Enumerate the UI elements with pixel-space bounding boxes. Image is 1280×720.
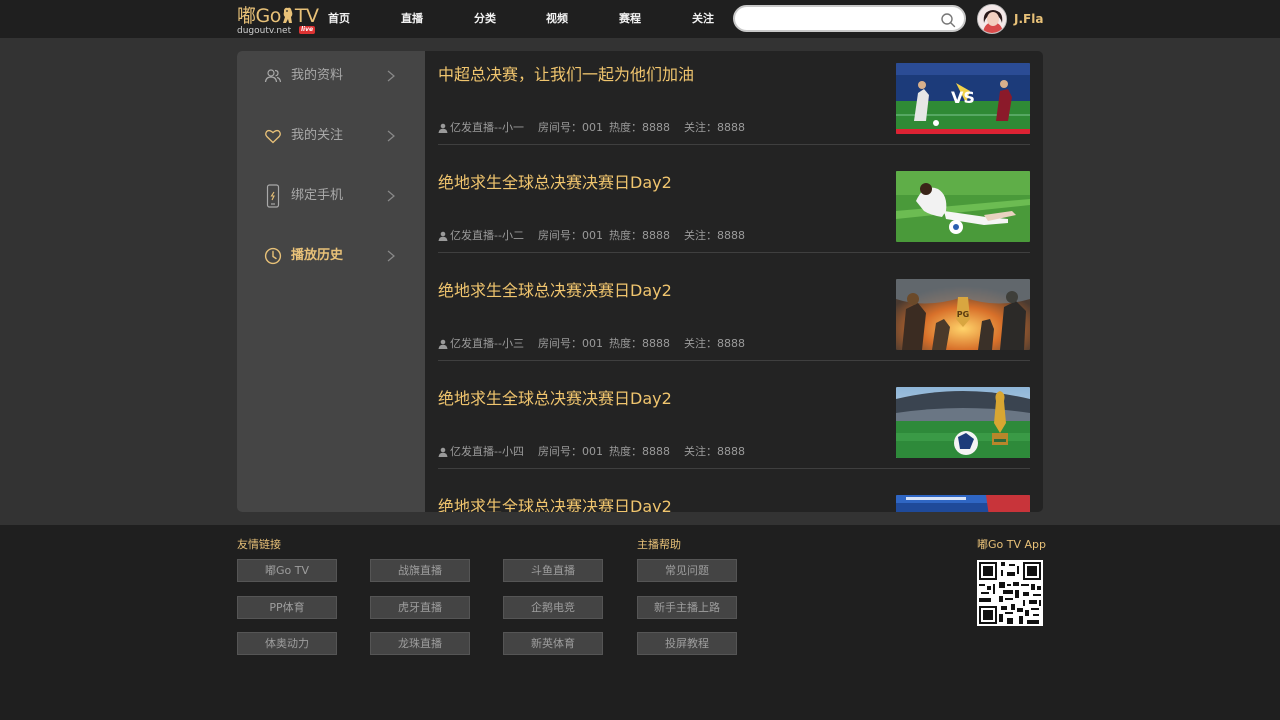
link-xinying[interactable]: 新英体育 bbox=[503, 632, 603, 655]
chevron-right-icon bbox=[387, 190, 395, 202]
history-list: 中超总决赛，让我们一起为他们加油 亿发直播--小一 房间号：001 热度：888… bbox=[425, 51, 1043, 512]
sidebar-item-history[interactable]: 播放历史 bbox=[237, 231, 425, 291]
logo-wordmark: 嘟Go TV bbox=[237, 4, 319, 28]
user-sidebar: 我的资料 我的关注 绑定手机 播放历史 bbox=[237, 51, 425, 512]
link-zhanqi[interactable]: 战旗直播 bbox=[370, 559, 470, 582]
history-item[interactable]: 绝地求生全球总决赛决赛日Day2 亿发直播--小三 房间号：001 热度：888… bbox=[438, 267, 1030, 361]
stream-title: 绝地求生全球总决赛决赛日Day2 bbox=[438, 497, 672, 512]
follow-count: 关注：8888 bbox=[684, 445, 745, 458]
help-cast-tutorial[interactable]: 投屏教程 bbox=[637, 632, 737, 655]
world-cup-thumbnail bbox=[896, 387, 1030, 458]
phone-icon bbox=[266, 184, 280, 208]
link-tiao[interactable]: 体奥动力 bbox=[237, 632, 337, 655]
history-item[interactable]: 中超总决赛，让我们一起为他们加油 亿发直播--小一 房间号：001 热度：888… bbox=[438, 51, 1030, 145]
help-faq[interactable]: 常见问题 bbox=[637, 559, 737, 582]
top-header: 嘟Go TV dugoutv.net live 首页 直播 分类 视频 赛程 关注… bbox=[0, 0, 1280, 38]
heat-count: 热度：8888 bbox=[609, 445, 670, 458]
site-footer: 友情链接 嘟Go TV 战旗直播 斗鱼直播 PP体育 虎牙直播 企鹅电竞 体奥动… bbox=[0, 525, 1280, 720]
search-icon[interactable] bbox=[940, 12, 956, 28]
avatar[interactable] bbox=[977, 4, 1007, 34]
help-new-streamer[interactable]: 新手主播上路 bbox=[637, 596, 737, 619]
nav-video[interactable]: 视频 bbox=[546, 0, 568, 38]
room-number: 房间号：001 bbox=[538, 229, 603, 242]
history-item[interactable]: 绝地求生全球总决赛决赛日Day2 亿发直播--小四 房间号：001 热度：888… bbox=[438, 375, 1030, 469]
room-number: 房间号：001 bbox=[538, 121, 603, 134]
search-box bbox=[733, 5, 966, 32]
streamer-name: 亿发直播--小二 bbox=[450, 229, 524, 242]
link-longzhu[interactable]: 龙珠直播 bbox=[370, 632, 470, 655]
streamer-name: 亿发直播--小四 bbox=[450, 445, 524, 458]
sidebar-item-label: 播放历史 bbox=[291, 248, 344, 263]
nav-live[interactable]: 直播 bbox=[401, 0, 423, 38]
sidebar-item-label: 绑定手机 bbox=[291, 188, 344, 203]
room-number: 房间号：001 bbox=[538, 445, 603, 458]
clock-icon bbox=[264, 247, 282, 265]
user-icon bbox=[438, 123, 448, 133]
sidebar-item-following[interactable]: 我的关注 bbox=[237, 111, 425, 171]
nav-schedule[interactable]: 赛程 bbox=[619, 0, 641, 38]
chevron-right-icon bbox=[387, 70, 395, 82]
heat-count: 热度：8888 bbox=[609, 121, 670, 134]
search-input[interactable] bbox=[747, 10, 937, 28]
sidebar-item-label: 我的关注 bbox=[291, 128, 344, 143]
history-panel: 我的资料 我的关注 绑定手机 播放历史 中超总决赛，让我们一起为他们加油 亿发直… bbox=[237, 51, 1043, 512]
chevron-right-icon bbox=[387, 250, 395, 262]
nav-category[interactable]: 分类 bbox=[474, 0, 496, 38]
svg-text:PG: PG bbox=[957, 310, 969, 319]
pubg-thumbnail: PG bbox=[896, 279, 1030, 350]
sidebar-item-profile[interactable]: 我的资料 bbox=[237, 51, 425, 111]
svg-text:VS: VS bbox=[951, 88, 975, 107]
link-huya[interactable]: 虎牙直播 bbox=[370, 596, 470, 619]
follow-count: 关注：8888 bbox=[684, 229, 745, 242]
qr-code-icon bbox=[977, 560, 1043, 626]
link-pp-sports[interactable]: PP体育 bbox=[237, 596, 337, 619]
app-title: 嘟Go TV App bbox=[977, 538, 1046, 551]
user-icon bbox=[438, 447, 448, 457]
link-dugo-tv[interactable]: 嘟Go TV bbox=[237, 559, 337, 582]
dog-mascot-icon bbox=[282, 7, 293, 24]
follow-count: 关注：8888 bbox=[684, 337, 745, 350]
sidebar-item-bind-phone[interactable]: 绑定手机 bbox=[237, 171, 425, 231]
stream-title: 中超总决赛，让我们一起为他们加油 bbox=[438, 65, 695, 84]
stream-title: 绝地求生全球总决赛决赛日Day2 bbox=[438, 281, 672, 300]
sidebar-item-label: 我的资料 bbox=[291, 68, 344, 83]
history-item[interactable]: 绝地求生全球总决赛决赛日Day2 亿发直播--小二 房间号：001 热度：888… bbox=[438, 159, 1030, 253]
avatar-image bbox=[978, 5, 1006, 33]
history-item[interactable]: 绝地求生全球总决赛决赛日Day2 bbox=[438, 483, 1030, 512]
logo-domain: dugoutv.net bbox=[237, 26, 292, 36]
follow-count: 关注：8888 bbox=[684, 121, 745, 134]
girl-soccer-thumbnail bbox=[896, 171, 1030, 242]
stream-title: 绝地求生全球总决赛决赛日Day2 bbox=[438, 389, 672, 408]
username[interactable]: J.Fla bbox=[1014, 0, 1043, 38]
user-icon bbox=[438, 339, 448, 349]
streamer-name: 亿发直播--小一 bbox=[450, 121, 524, 134]
links-title: 友情链接 bbox=[237, 538, 281, 551]
nav-home[interactable]: 首页 bbox=[328, 0, 350, 38]
live-badge: live bbox=[299, 26, 316, 34]
link-douyu[interactable]: 斗鱼直播 bbox=[503, 559, 603, 582]
room-number: 房间号：001 bbox=[538, 337, 603, 350]
stream-title: 绝地求生全球总决赛决赛日Day2 bbox=[438, 173, 672, 192]
soccer-vs-thumbnail: VS bbox=[896, 63, 1030, 134]
logo-text: 嘟Go bbox=[237, 5, 281, 27]
logo-tv: TV bbox=[294, 5, 319, 27]
site-logo[interactable]: 嘟Go TV dugoutv.net live bbox=[237, 4, 319, 36]
streamer-name: 亿发直播--小三 bbox=[450, 337, 524, 350]
heart-icon bbox=[265, 129, 281, 144]
nav-following[interactable]: 关注 bbox=[692, 0, 714, 38]
help-title: 主播帮助 bbox=[637, 538, 681, 551]
heat-count: 热度：8888 bbox=[609, 337, 670, 350]
link-penguin-esports[interactable]: 企鹅电竞 bbox=[503, 596, 603, 619]
profile-icon bbox=[264, 69, 282, 83]
heat-count: 热度：8888 bbox=[609, 229, 670, 242]
esports-thumbnail bbox=[896, 495, 1030, 512]
chevron-right-icon bbox=[387, 130, 395, 142]
user-icon bbox=[438, 231, 448, 241]
